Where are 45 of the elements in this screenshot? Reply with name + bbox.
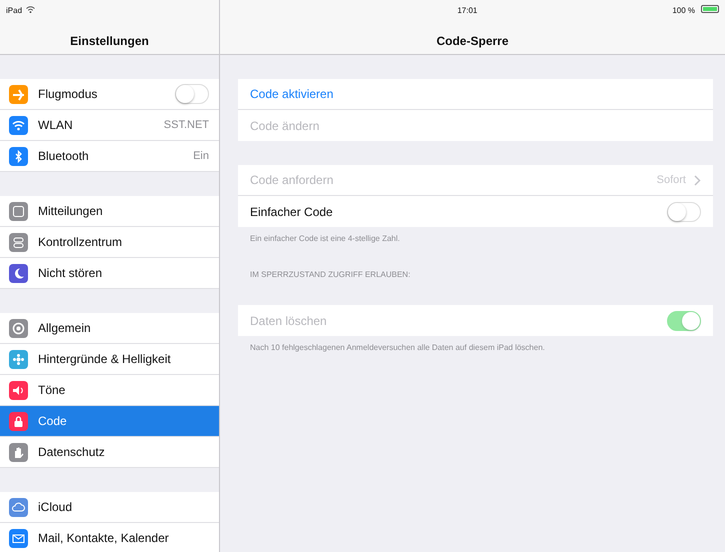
item-label: iCloud [38, 499, 74, 516]
item-label: Flugmodus [38, 86, 98, 103]
section-header: IM SPERRZUSTAND ZUGRIFF ERLAUBEN: [250, 269, 412, 281]
sidebar-item[interactable]: Mitteilungen [0, 196, 219, 227]
sidebar-item[interactable]: Nicht stören [0, 258, 219, 289]
item-value: Ein [193, 148, 209, 164]
item-label: Mail, Kontakte, Kalender [38, 530, 170, 547]
setting-label: Einfacher Code [250, 204, 334, 220]
item-label: Hintergründe & Helligkeit [38, 351, 172, 368]
battery-percentage: 100 % [672, 5, 695, 17]
item-label: Bluetooth [38, 148, 90, 165]
item-label: WLAN [38, 117, 74, 134]
section-footer: Nach 10 fehlgeschlagenen Anmeldeversuchen alle Daten auf diesem iPad löschen. [250, 342, 707, 354]
sidebar-item[interactable]: Hintergründe & Helligkeit [0, 344, 219, 375]
navigation-title: Code-Sperre [435, 33, 510, 50]
sidebar-item[interactable]: Datenschutz [0, 437, 219, 468]
sidebar-item[interactable]: Flugmodus [0, 79, 219, 110]
sidebar-item[interactable]: WLAN SST.NET [0, 110, 219, 141]
toggle-switch[interactable] [667, 202, 701, 222]
item-label: Allgemein [38, 320, 92, 337]
setting-label: Daten löschen [250, 312, 328, 330]
navigation-title: Einstellungen [69, 33, 150, 50]
sidebar-item[interactable]: Bluetooth Ein [0, 141, 219, 172]
item-label: Töne [38, 382, 66, 399]
battery-icon [701, 5, 719, 13]
sidebar-item[interactable]: Mail, Kontakte, Kalender [0, 523, 219, 552]
sidebar-item[interactable]: Kontrollzentrum [0, 227, 219, 258]
setting-value: Sofort [656, 172, 686, 188]
sidebar-item[interactable]: Allgemein [0, 313, 219, 344]
item-label: Code [38, 413, 68, 430]
toggle-switch[interactable] [175, 84, 209, 104]
carrier-label: iPad [6, 5, 22, 17]
item-label: Kontrollzentrum [38, 234, 124, 251]
setting-label[interactable]: Code aktivieren [250, 85, 701, 103]
item-label: Nicht stören [38, 265, 104, 282]
item-label: Mitteilungen [38, 203, 104, 220]
sidebar-item[interactable]: iCloud [0, 492, 219, 523]
sidebar-item[interactable]: Code [0, 406, 219, 437]
item-value: SST.NET [164, 118, 209, 133]
section-footer: Ein einfacher Code ist eine 4-stellige Zahl. [250, 233, 707, 245]
setting-label: Code anfordern [250, 172, 334, 189]
status-time: 17:01 [457, 5, 478, 17]
wifi-icon [26, 6, 35, 13]
chevron-icon [694, 174, 701, 186]
item-label: Datenschutz [38, 444, 106, 461]
